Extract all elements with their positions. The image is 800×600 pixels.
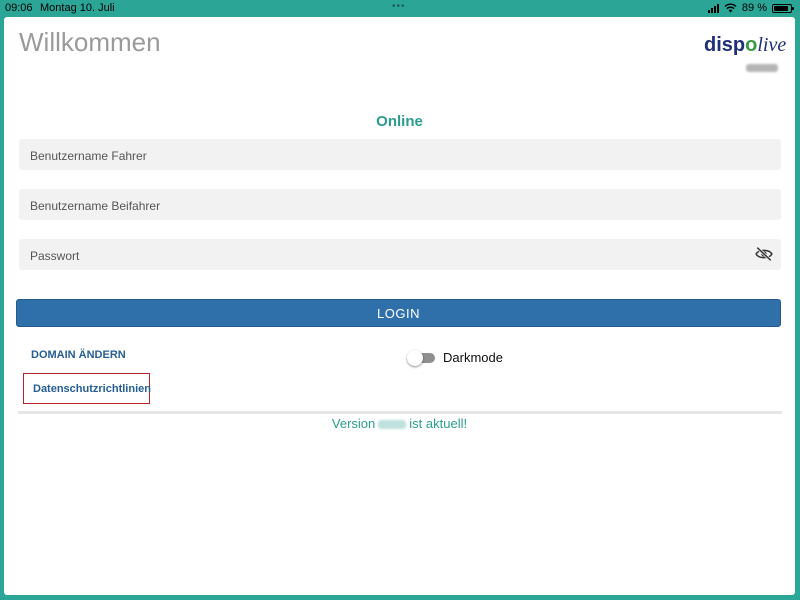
app-screen: Willkommen dispolive Online LOGIN DOMAIN… [4,17,795,595]
logo-text-live: live [757,34,787,56]
connection-status: Online [376,113,423,130]
app-logo: dispolive [704,34,786,57]
version-prefix: Version [331,416,376,431]
driver-username-input[interactable] [28,139,732,172]
page-title: Willkommen [19,27,161,57]
multitasking-dots-icon[interactable]: ••• [392,0,406,15]
divider [18,411,782,414]
toggle-knob [407,350,423,366]
battery-fill [774,5,789,11]
status-time: 09:06 [5,2,33,14]
status-date: Montag 10. Juli [40,2,115,14]
driver-username-field[interactable] [19,139,781,172]
battery-icon [772,3,794,13]
codriver-username-input[interactable] [28,189,732,222]
version-suffix: ist aktuell! [409,416,468,431]
battery-percentage: 89 % [741,2,767,14]
change-domain-link[interactable]: DOMAIN ÄNDERN [31,349,126,361]
wifi-icon [724,3,737,13]
darkmode-toggle[interactable] [407,350,435,366]
eye-off-icon[interactable] [755,246,773,262]
logo-text-o: o [745,34,758,56]
version-status: Version ist aktuell! [4,416,795,431]
login-button[interactable]: LOGIN [16,299,781,327]
status-bar: 09:06 Montag 10. Juli ••• 89 % [0,0,800,16]
privacy-policy-link[interactable]: Datenschutzrichtlinien [33,383,151,395]
darkmode-label: Darkmode [443,350,503,365]
logo-subtitle-redacted [746,64,778,72]
password-input[interactable] [28,239,732,272]
codriver-username-field[interactable] [19,189,781,222]
password-field[interactable] [19,239,781,272]
logo-text-disp: disp [704,34,746,56]
privacy-highlight-box: Datenschutzrichtlinien [23,373,151,404]
signal-icon [707,3,719,13]
version-number-redacted [378,420,407,429]
status-indicators: 89 % [707,0,794,16]
